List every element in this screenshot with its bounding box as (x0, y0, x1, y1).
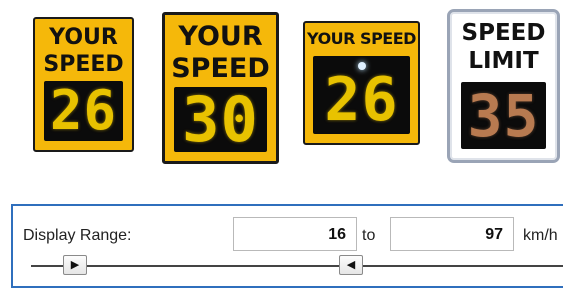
range-max-thumb[interactable]: ◀ (339, 255, 363, 275)
your-speed-sign-26[interactable]: YOUR SPEED 26 (33, 17, 134, 152)
display-range-panel: Display Range: 16 to 97 km/h ▶ ◀ (11, 204, 563, 288)
range-min-thumb[interactable]: ▶ (63, 255, 87, 275)
sign-line1: SPEED (461, 20, 546, 46)
to-label: to (362, 227, 376, 244)
arrow-right-icon: ▶ (70, 259, 80, 271)
led-panel: 35 (461, 82, 546, 149)
your-speed-sign-radar[interactable]: YOUR SPEED 26 (303, 21, 420, 145)
speed-value: 26 (49, 79, 118, 142)
sign-line1: YOUR (178, 21, 263, 52)
arrow-left-icon: ◀ (346, 259, 356, 271)
sign-line2: LIMIT (468, 48, 539, 74)
display-range-label: Display Range: (23, 227, 132, 244)
unit-label: km/h (523, 227, 558, 244)
speed-value: 26 (324, 65, 399, 135)
range-slider-track[interactable] (31, 265, 563, 267)
led-panel: 26 (44, 81, 123, 141)
range-min-input[interactable]: 16 (233, 217, 357, 251)
led-panel: 30 (174, 87, 267, 152)
led-panel: 26 (313, 56, 410, 134)
sign-line2: SPEED (43, 52, 124, 77)
range-max-input[interactable]: 97 (390, 217, 514, 251)
speed-value: 30 (182, 82, 259, 156)
sign-line1: YOUR SPEED (307, 29, 416, 48)
sign-line2: SPEED (171, 53, 270, 84)
sign-line1: YOUR (49, 25, 118, 50)
speed-limit-sign-35[interactable]: SPEED LIMIT 35 (447, 9, 560, 163)
speed-value: 35 (467, 81, 540, 150)
radar-dot-icon (357, 62, 366, 70)
your-speed-sign-30[interactable]: YOUR SPEED 30 (162, 12, 279, 164)
